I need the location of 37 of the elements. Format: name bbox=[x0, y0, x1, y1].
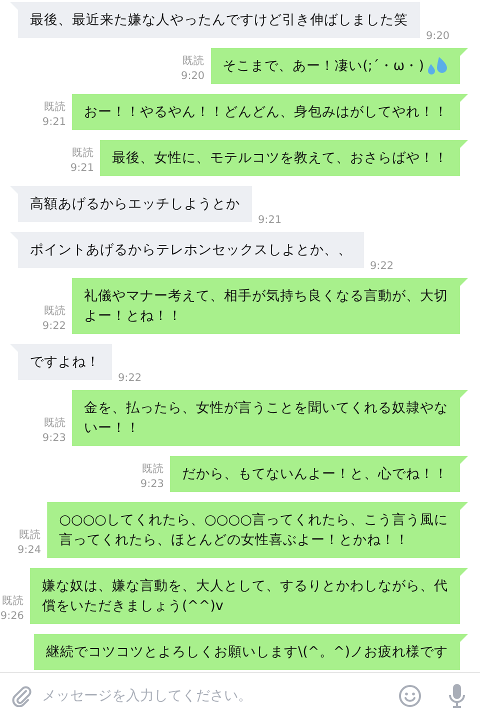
message-bubble: おー！！やるやん！！どんどん、身包みはがしてやれ！！ bbox=[72, 94, 468, 130]
message-time: 9:21 bbox=[42, 115, 66, 130]
paperclip-icon[interactable] bbox=[12, 684, 32, 706]
read-receipt: 既読 bbox=[44, 100, 66, 115]
message-bubble: 高額あげるからエッチしようとか bbox=[10, 186, 252, 222]
read-receipt: 既読 bbox=[182, 54, 205, 69]
message-bubble: 金を、払ったら、女性が言うことを聞いてくれる奴隷やな いー！！ bbox=[72, 390, 468, 446]
message-bubble: ですよね！ bbox=[10, 344, 112, 380]
message-bubble: ○○○○してくれたら、○○○○言ってくれたら、こう言う風に 言ってくれたら、ほとんどの女性喜ぶよー！とかね！！ bbox=[47, 502, 468, 558]
message-time: 9:23 bbox=[42, 431, 66, 446]
message-bubble: 継続でコツコツとよろしくお願いします\(^。^)ノお疲れ様です bbox=[34, 634, 468, 670]
message-time: 9:20 bbox=[426, 29, 450, 44]
message-bubble: ポイントあげるからテレホンセックスしよとか、、 bbox=[10, 232, 364, 268]
message-bubble: そこまで、あー！凄い(;´・ω・) bbox=[210, 48, 468, 84]
message-time: 9:22 bbox=[370, 259, 394, 274]
message-bubble: 最後、最近来た嫌な人やったんですけど引き伸ばしました笑 bbox=[10, 2, 420, 38]
message-time: 9:20 bbox=[181, 69, 205, 84]
message-input[interactable]: メッセージを入力してください。 bbox=[42, 684, 388, 708]
read-receipt: 既読 bbox=[44, 304, 66, 319]
message-bubble: だから、もてないんよー！と、心でね！！ bbox=[170, 456, 468, 492]
read-receipt: 既読 bbox=[19, 528, 42, 543]
read-receipt: 既読 bbox=[72, 146, 94, 161]
message-time: 9:26 bbox=[0, 609, 24, 624]
message-bubble: 嫌な奴は、嫌な言動を、大人として、するりとかわしながら、代 償をいただきましょう(^^)v bbox=[30, 568, 468, 624]
message-bubble: 礼儀やマナー考えて、相手が気持ち良くなる言動が、大切 よー！とね！！ bbox=[72, 278, 468, 334]
message-time: 9:22 bbox=[118, 371, 142, 386]
read-receipt: 既読 bbox=[142, 462, 164, 477]
message-time: 9:21 bbox=[258, 213, 282, 228]
message-time: 9:24 bbox=[18, 543, 42, 558]
read-receipt: 既読 bbox=[2, 594, 24, 609]
message-time: 9:21 bbox=[70, 161, 94, 176]
microphone-icon[interactable] bbox=[448, 682, 466, 708]
read-receipt: 既読 bbox=[44, 416, 66, 431]
message-time: 9:22 bbox=[42, 319, 66, 334]
message-time: 9:23 bbox=[140, 477, 164, 492]
message-bubble: 最後、女性に、モテルコツを教えて、おさらばや！！ bbox=[100, 140, 468, 176]
smiley-icon[interactable] bbox=[398, 684, 422, 708]
